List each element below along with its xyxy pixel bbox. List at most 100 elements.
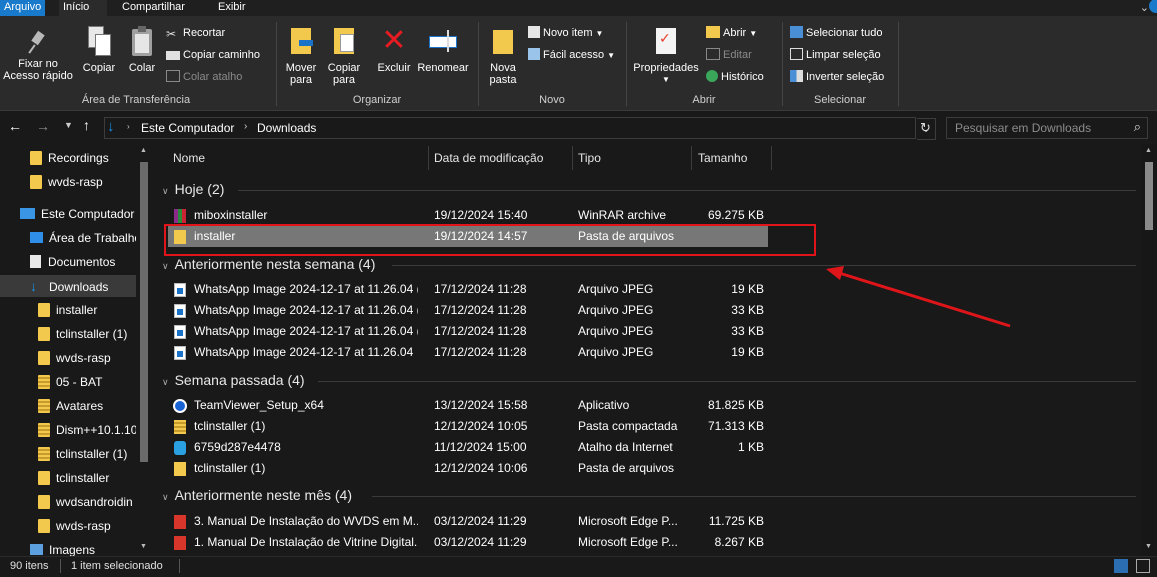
sidebar-item-area-de-trabalho[interactable]: Área de Trabalho bbox=[30, 227, 141, 249]
list-item[interactable]: miboxinstaller 19/12/2024 15:40 WinRAR a… bbox=[168, 205, 768, 226]
up-arrow-icon[interactable]: ↑ bbox=[83, 117, 90, 133]
list-item[interactable]: WhatsApp Image 2024-12-17 at 11.26.04 (3… bbox=[168, 279, 768, 300]
collapse-chevron-icon: ∨ bbox=[162, 186, 169, 196]
list-item[interactable]: tclinstaller (1) 12/12/2024 10:05 Pasta … bbox=[168, 416, 768, 437]
list-item[interactable]: TeamViewer_Setup_x64 13/12/2024 15:58 Ap… bbox=[168, 395, 768, 416]
copy-path-button[interactable]: Copiar caminho bbox=[166, 48, 260, 62]
copy-folder-icon bbox=[332, 26, 356, 56]
breadcrumb-chevron-icon[interactable]: › bbox=[244, 121, 247, 132]
group-header[interactable]: ∨ Hoje (2) bbox=[162, 179, 224, 199]
refresh-icon[interactable]: ↻ bbox=[920, 120, 931, 136]
ribbon-collapse-chevron-icon[interactable]: ⌄ bbox=[1140, 1, 1149, 14]
move-to-button[interactable]: Mover para bbox=[282, 26, 320, 86]
group-header[interactable]: ∨ Anteriormente nesta semana (4) bbox=[162, 254, 375, 274]
edit-button[interactable]: Editar bbox=[706, 48, 752, 62]
tab-exibir[interactable]: Exibir bbox=[214, 0, 250, 16]
edit-icon bbox=[706, 48, 720, 60]
open-button[interactable]: Abrir ▼ bbox=[706, 26, 757, 41]
sidebar-item-downloads[interactable]: ↓ Downloads bbox=[0, 275, 136, 297]
column-header-type[interactable]: Tipo bbox=[578, 146, 601, 170]
column-header-size[interactable]: Tamanho bbox=[698, 146, 747, 170]
group-divider bbox=[372, 496, 1136, 497]
scroll-up-arrow-icon[interactable]: ▲ bbox=[140, 147, 147, 154]
sidebar-scrollbar-thumb[interactable] bbox=[140, 162, 148, 462]
sidebar-item-este-computador[interactable]: Este Computador bbox=[20, 203, 134, 225]
collapse-chevron-icon: ∨ bbox=[162, 261, 169, 271]
history-button[interactable]: Histórico bbox=[706, 70, 764, 84]
scroll-down-arrow-icon[interactable]: ▼ bbox=[1145, 543, 1152, 550]
select-all-button[interactable]: Selecionar tudo bbox=[790, 26, 882, 40]
new-item-button[interactable]: Novo item ▼ bbox=[528, 26, 603, 41]
sidebar-item-tclinstaller-1[interactable]: tclinstaller (1) bbox=[38, 323, 127, 345]
forward-arrow-icon[interactable]: → bbox=[36, 118, 50, 134]
sidebar-item-recordings[interactable]: Recordings bbox=[30, 147, 109, 169]
large-icons-view-icon[interactable] bbox=[1136, 559, 1150, 573]
search-icon: ⌕ bbox=[1133, 119, 1141, 134]
folder-icon bbox=[38, 519, 50, 533]
list-item[interactable]: WhatsApp Image 2024-12-17 at 11.26.04 (2… bbox=[168, 300, 768, 321]
help-icon[interactable] bbox=[1149, 0, 1157, 13]
sidebar-item-wvds-rasp-2[interactable]: wvds-rasp bbox=[38, 347, 111, 369]
sidebar-item-installer[interactable]: installer bbox=[38, 299, 97, 321]
sidebar-item-documentos[interactable]: Documentos bbox=[30, 251, 115, 273]
pin-quick-access-button[interactable]: Fixar no Acesso rápido bbox=[2, 30, 74, 82]
sidebar-item-tclinstaller-1-zip[interactable]: tclinstaller (1) bbox=[38, 443, 127, 465]
sidebar-item-wvds-rasp[interactable]: wvds-rasp bbox=[30, 171, 103, 193]
column-header-name[interactable]: Nome bbox=[173, 146, 205, 170]
tab-compartilhar[interactable]: Compartilhar bbox=[118, 0, 189, 16]
copy-button[interactable]: Copiar bbox=[80, 26, 118, 74]
sidebar-item-wvds-rasp-3[interactable]: wvds-rasp bbox=[38, 515, 111, 537]
easy-access-button[interactable]: Fácil acesso ▼ bbox=[528, 48, 615, 63]
sidebar-item-tclinstaller[interactable]: tclinstaller bbox=[38, 467, 109, 489]
file-list-scrollbar-thumb[interactable] bbox=[1145, 162, 1153, 230]
details-view-icon[interactable] bbox=[1114, 559, 1128, 573]
tab-inicio[interactable]: Início bbox=[59, 0, 107, 16]
scroll-down-arrow-icon[interactable]: ▼ bbox=[140, 543, 147, 550]
list-item[interactable]: WhatsApp Image 2024-12-17 at 11.26.04 (1… bbox=[168, 321, 768, 342]
ribbon-separator bbox=[898, 22, 899, 106]
group-header[interactable]: ∨ Semana passada (4) bbox=[162, 370, 305, 390]
column-divider[interactable] bbox=[572, 146, 573, 170]
breadcrumb-downloads[interactable]: Downloads bbox=[257, 121, 316, 135]
sidebar-item-imagens[interactable]: Imagens bbox=[30, 539, 95, 556]
rename-button[interactable]: Renomear bbox=[414, 26, 472, 74]
delete-button[interactable]: ✕ Excluir bbox=[372, 26, 416, 75]
address-bar[interactable]: ↓ › Este Computador › Downloads bbox=[104, 117, 916, 139]
sidebar-item-dism[interactable]: Dism++10.1.10 bbox=[38, 419, 137, 441]
column-divider[interactable] bbox=[691, 146, 692, 170]
group-label-organize: Organizar bbox=[352, 94, 402, 106]
sidebar-item-05-bat[interactable]: 05 - BAT bbox=[38, 371, 102, 393]
paste-button[interactable]: Colar bbox=[124, 26, 160, 74]
list-item[interactable]: 3. Manual De Instalação do WVDS em M... … bbox=[168, 511, 768, 532]
file-name: tclinstaller (1) bbox=[194, 419, 266, 433]
properties-button[interactable]: ✓ Propriedades ▼ bbox=[630, 26, 702, 86]
search-box[interactable]: Pesquisar em Downloads ⌕ bbox=[946, 117, 1148, 139]
column-divider[interactable] bbox=[428, 146, 429, 170]
back-arrow-icon[interactable]: ← bbox=[8, 118, 22, 134]
group-header[interactable]: ∨ Anteriormente neste mês (4) bbox=[162, 485, 352, 505]
copy-to-button[interactable]: Copiar para bbox=[324, 26, 364, 86]
list-item[interactable]: 1. Manual De Instalação de Vitrine Digit… bbox=[168, 532, 768, 553]
paste-shortcut-button[interactable]: Colar atalho bbox=[166, 70, 242, 84]
invert-selection-button[interactable]: Inverter seleção bbox=[790, 70, 884, 84]
sidebar-item-label: Imagens bbox=[49, 543, 96, 556]
select-none-icon bbox=[790, 48, 803, 60]
new-folder-button[interactable]: Nova pasta bbox=[484, 26, 522, 86]
column-divider[interactable] bbox=[771, 146, 772, 170]
select-none-button[interactable]: Limpar seleção bbox=[790, 48, 881, 62]
list-item[interactable]: 6759d287e4478 11/12/2024 15:00 Atalho da… bbox=[168, 437, 768, 458]
sidebar-item-wvdsandroidin[interactable]: wvdsandroidin bbox=[38, 491, 133, 513]
breadcrumb-este-computador[interactable]: Este Computador bbox=[141, 121, 234, 135]
list-item[interactable]: tclinstaller (1) 12/12/2024 10:06 Pasta … bbox=[168, 458, 768, 479]
cut-button[interactable]: ✂ Recortar bbox=[166, 26, 225, 41]
file-name: tclinstaller (1) bbox=[194, 461, 266, 475]
recent-locations-chevron-icon[interactable]: ▼ bbox=[64, 120, 73, 130]
list-item[interactable]: WhatsApp Image 2024-12-17 at 11.26.04 17… bbox=[168, 342, 768, 363]
tab-arquivo[interactable]: Arquivo bbox=[0, 0, 46, 16]
sidebar-item-avatares[interactable]: Avatares bbox=[38, 395, 103, 417]
column-header-date[interactable]: Data de modificação bbox=[434, 146, 543, 170]
group-label-new: Novo bbox=[539, 94, 565, 106]
scroll-up-arrow-icon[interactable]: ▲ bbox=[1145, 147, 1152, 154]
group-title: Hoje (2) bbox=[174, 181, 225, 197]
breadcrumb-chevron-icon[interactable]: › bbox=[127, 122, 130, 131]
